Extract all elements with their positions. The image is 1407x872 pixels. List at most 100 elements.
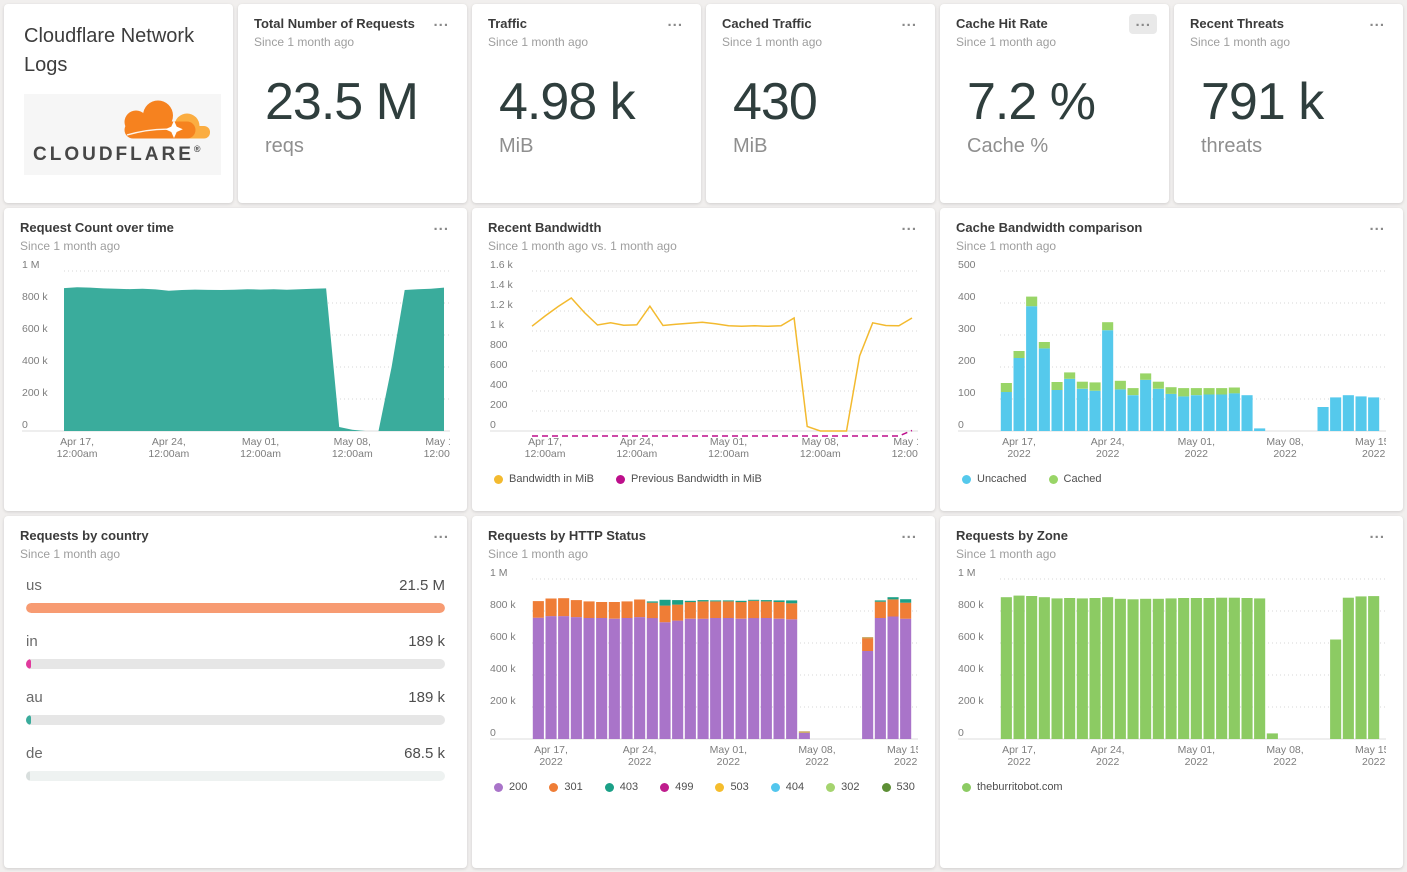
svg-text:Apr 17,: Apr 17,: [534, 744, 568, 756]
legend-item[interactable]: 503: [715, 781, 749, 794]
svg-text:600 k: 600 k: [958, 631, 984, 643]
svg-text:300: 300: [958, 323, 976, 335]
svg-text:2022: 2022: [805, 756, 829, 768]
svg-text:May 08,: May 08,: [1266, 744, 1303, 756]
panel-subtitle: Since 1 month ago vs. 1 month ago: [488, 239, 677, 254]
legend-item[interactable]: Uncached: [962, 473, 1027, 485]
http-status-bar-chart[interactable]: 1 M800 k600 k400 k200 k0Apr 17,2022Apr 2…: [488, 565, 918, 773]
panel-menu-button[interactable]: ...: [895, 526, 923, 546]
legend-item[interactable]: 404: [770, 781, 804, 793]
country-value: 189 k: [408, 689, 445, 707]
legend-item[interactable]: 403: [604, 781, 638, 793]
panel-subtitle: Since 1 month ago: [488, 35, 589, 50]
legend-label: Bandwidth in MiB: [509, 473, 594, 486]
svg-text:200: 200: [490, 399, 508, 411]
chart-panel-requests-by-country: Requests by country Since 1 month ago ..…: [4, 516, 467, 868]
legend-dot-icon: [962, 782, 971, 792]
legend-item[interactable]: 200: [494, 781, 527, 793]
svg-text:2022: 2022: [1362, 756, 1386, 768]
chart-legend: 200301403499503404302530526524: [488, 781, 919, 793]
stat-value: 23.5 M: [265, 73, 419, 132]
stat-row: Cloudflare Network Logs CLOUDFLARE® Tota…: [4, 4, 1403, 203]
svg-text:Apr 17,: Apr 17,: [1002, 744, 1036, 756]
panel-menu-button[interactable]: ...: [661, 14, 689, 34]
chart-panel-recent-bandwidth: Recent Bandwidth Since 1 month ago vs. 1…: [472, 208, 935, 511]
country-label: de: [26, 745, 43, 763]
panel-title: Cache Bandwidth comparison: [956, 220, 1143, 235]
legend-item[interactable]: 302: [826, 781, 860, 793]
panel-subtitle: Since 1 month ago: [956, 547, 1057, 562]
svg-text:May 01,: May 01,: [242, 436, 279, 448]
country-bar-fill[interactable]: [26, 659, 32, 670]
legend-dot-icon: [604, 782, 614, 792]
legend-item[interactable]: theburritobot.com: [962, 781, 1063, 793]
legend-item[interactable]: 499: [660, 781, 693, 793]
legend-item[interactable]: 301: [549, 781, 583, 793]
panel-menu-button[interactable]: ...: [1363, 526, 1391, 546]
svg-text:400: 400: [490, 379, 508, 391]
cache-bandwidth-bar-chart[interactable]: 5004003002001000Apr 17,2022Apr 24,2022Ma…: [956, 257, 1386, 465]
svg-text:400 k: 400 k: [490, 663, 516, 675]
stat-value: 4.98 k: [499, 73, 636, 132]
svg-text:1.6 k: 1.6 k: [490, 259, 514, 271]
svg-text:600 k: 600 k: [22, 323, 48, 335]
country-bar-fill[interactable]: [26, 715, 32, 726]
panel-menu-button[interactable]: ...: [427, 218, 455, 238]
svg-text:1.2 k: 1.2 k: [490, 299, 514, 311]
panel-menu-button[interactable]: ...: [1363, 14, 1391, 34]
legend-item[interactable]: 530: [881, 781, 915, 793]
svg-text:12:00am: 12:00am: [525, 448, 566, 460]
svg-text:Apr 24,: Apr 24,: [1091, 744, 1125, 756]
legend-item[interactable]: Cached: [1048, 473, 1102, 486]
svg-text:Apr 24,: Apr 24,: [152, 436, 186, 448]
panel-subtitle: Since 1 month ago: [488, 547, 589, 562]
legend-dot-icon: [881, 782, 891, 792]
panel-title: Recent Bandwidth: [488, 220, 602, 235]
legend-label: Cached: [1063, 473, 1102, 486]
chart-panel-cache-bandwidth: Cache Bandwidth comparison Since 1 month…: [940, 208, 1403, 511]
request-count-area-chart[interactable]: 1 M800 k600 k400 k200 k0Apr 17,12:00amAp…: [20, 257, 450, 465]
chart-panel-requests-by-zone: Requests by Zone Since 1 month ago ... 1…: [940, 516, 1403, 868]
panel-menu-button[interactable]: ...: [1363, 218, 1391, 238]
panel-menu-button[interactable]: ...: [895, 14, 923, 34]
chart-panel-http-status: Requests by HTTP Status Since 1 month ag…: [472, 516, 935, 868]
country-bar-fill[interactable]: [26, 603, 445, 614]
panel-menu-button[interactable]: ...: [427, 526, 455, 546]
legend-label: Uncached: [977, 473, 1027, 486]
svg-text:0: 0: [490, 727, 496, 739]
brand-panel: Cloudflare Network Logs CLOUDFLARE®: [4, 4, 233, 203]
svg-text:May 01,: May 01,: [710, 436, 747, 448]
cloudflare-cloud-icon: [124, 100, 210, 139]
svg-text:2022: 2022: [628, 756, 652, 768]
svg-text:2022: 2022: [1185, 448, 1209, 460]
recent-bandwidth-line-chart[interactable]: 1.6 k1.4 k1.2 k1 k8006004002000Apr 17,12…: [488, 257, 918, 465]
country-bar-track: [26, 603, 445, 614]
stat-unit: MiB: [499, 134, 534, 157]
legend-label: 503: [730, 781, 749, 794]
cloudflare-logo: CLOUDFLARE®: [24, 94, 221, 175]
panel-menu-button[interactable]: ...: [895, 218, 923, 238]
country-bar-fill[interactable]: [26, 771, 30, 782]
svg-text:12:00am: 12:00am: [148, 448, 189, 460]
legend-item[interactable]: Bandwidth in MiB: [494, 473, 594, 485]
panel-menu-button[interactable]: ...: [1129, 14, 1157, 34]
svg-text:May 15,: May 15,: [893, 436, 918, 448]
legend-item[interactable]: Previous Bandwidth in MiB: [616, 473, 762, 485]
panel-title: Request Count over time: [20, 220, 174, 235]
country-value: 21.5 M: [399, 577, 445, 595]
chart-row-1: Request Count over time Since 1 month ag…: [4, 208, 1403, 511]
legend-label: 200: [509, 781, 528, 794]
svg-text:2022: 2022: [894, 756, 918, 768]
svg-text:2022: 2022: [1362, 448, 1386, 460]
country-row: de 68.5 k: [26, 745, 445, 782]
panel-title: Traffic: [488, 16, 528, 31]
chart-legend: theburritobot.com: [956, 781, 1387, 793]
chart-panel-request-count: Request Count over time Since 1 month ag…: [4, 208, 467, 511]
legend-dot-icon: [962, 474, 971, 484]
stat-panel-recent-threats: Recent Threats Since 1 month ago ... 791…: [1174, 4, 1403, 203]
svg-text:Apr 17,: Apr 17,: [528, 436, 562, 448]
zone-bar-chart[interactable]: 1 M800 k600 k400 k200 k0Apr 17,2022Apr 2…: [956, 565, 1386, 773]
legend-dot-icon: [715, 782, 725, 792]
panel-menu-button[interactable]: ...: [427, 14, 455, 34]
panel-title: Requests by HTTP Status: [488, 528, 646, 543]
